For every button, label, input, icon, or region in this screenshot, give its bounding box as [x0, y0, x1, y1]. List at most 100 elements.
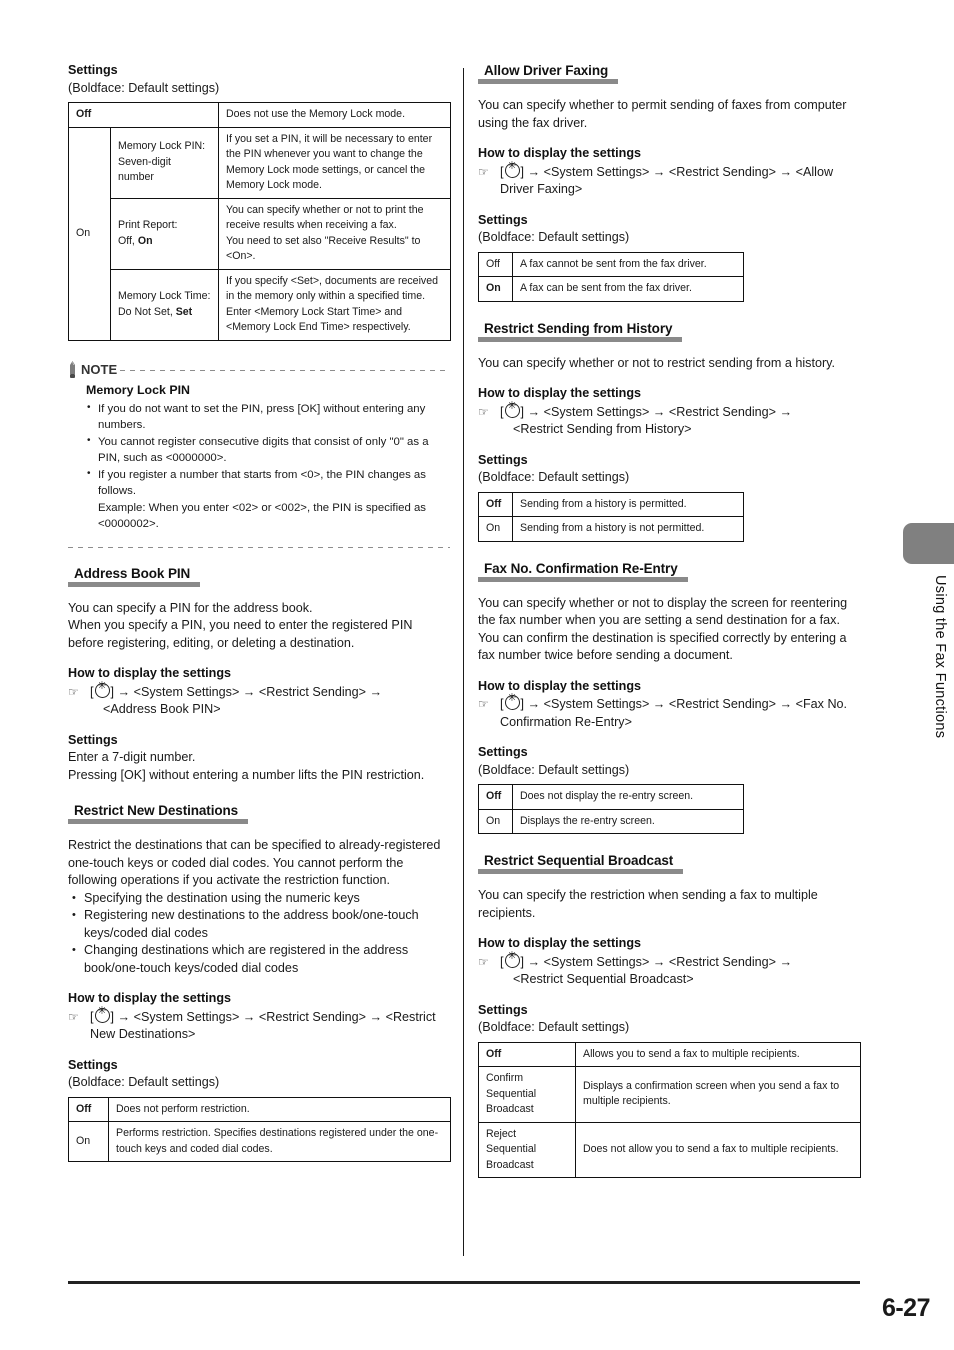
arrow-icon: → — [652, 697, 666, 711]
how-to-display-label: How to display the settings — [68, 991, 232, 1005]
settings-path: ☞[] → <System Settings> → <Restrict Send… — [68, 680, 450, 719]
settings-key-icon — [504, 160, 520, 178]
section-intro: You can specify whether to permit sendin… — [478, 98, 847, 130]
section-intro: You can specify whether or not to restri… — [478, 355, 835, 370]
table-cell-desc: Does not perform restriction. — [108, 1096, 451, 1122]
table-cell-off-desc: Does not use the Memory Lock mode. — [218, 102, 452, 128]
arrow-icon: → — [779, 697, 793, 711]
path-segment-2: <Restrict Sending> — [258, 1009, 366, 1024]
column-divider — [463, 68, 464, 1256]
settings-key-icon — [94, 680, 110, 698]
table-row: On Sending from a history is not permitt… — [478, 516, 744, 542]
arrow-icon: → — [117, 684, 131, 699]
section-restrict-new-destinations: Restrict New Destinations Restrict the d… — [68, 802, 451, 1162]
table-row: Confirm Sequential Broadcast Displays a … — [478, 1066, 861, 1123]
table-cell-setting-desc: If you set a PIN, it will be necessary t… — [218, 126, 452, 199]
section-heading: Restrict Sequential Broadcast — [478, 853, 684, 874]
boldface-note: (Boldface: Default settings) — [68, 1075, 220, 1089]
section-intro: You can specify whether or not to displa… — [478, 595, 848, 663]
settings-path: ☞[] → <System Settings> → <Restrict Send… — [478, 692, 860, 731]
section-restrict-sending-from-history: Restrict Sending from History You can sp… — [478, 320, 860, 542]
restrict-sequential-broadcast-table: Off Allows you to send a fax to multiple… — [478, 1041, 861, 1179]
table-cell-setting-desc: You can specify whether or not to print … — [218, 197, 452, 270]
section-heading: Fax No. Confirmation Re-Entry — [478, 560, 688, 582]
table-row: Off Allows you to send a fax to multiple… — [478, 1041, 861, 1067]
note-box: NOTE Memory Lock PIN If you do not want … — [68, 360, 450, 548]
boldface-note: (Boldface: Default settings) — [478, 762, 630, 777]
table-cell-key: Off — [68, 1096, 109, 1122]
table-row: On Memory Lock PIN: Seven-digit number I… — [68, 126, 452, 341]
table-row: On Displays the re-entry screen. — [478, 808, 744, 834]
table-row: Print Report: Off, On You can specify wh… — [69, 197, 452, 270]
how-to-display-label: How to display the settings — [478, 678, 642, 693]
note-dash-line — [120, 370, 450, 371]
table-cell-setting-name: Memory Lock PIN: Seven-digit number — [109, 126, 220, 199]
table-cell-off-label: Off — [67, 102, 220, 128]
note-label: NOTE — [81, 362, 118, 377]
boldface-note: (Boldface: Default settings) — [478, 470, 630, 484]
section-heading-text: Allow Driver Faxing — [484, 63, 609, 78]
note-title: Memory Lock PIN — [86, 382, 190, 397]
left-column: Settings (Boldface: Default settings) Of… — [67, 62, 452, 1162]
table-cell-setting-desc: If you specify <Set>, documents are rece… — [218, 268, 452, 341]
section-heading-text: Restrict Sequential Broadcast — [484, 853, 674, 868]
settings-key-icon — [504, 692, 520, 710]
right-column: Allow Driver Faxing You can specify whet… — [478, 62, 861, 1179]
table-cell-key: Off — [478, 491, 513, 517]
section-heading: Restrict Sending from History — [478, 321, 683, 342]
section-allow-driver-faxing: Allow Driver Faxing You can specify whet… — [478, 62, 860, 302]
arrow-icon: → — [779, 164, 793, 179]
section-heading-text: Fax No. Confirmation Re-Entry — [484, 560, 678, 576]
note-item: If you do not want to set the PIN, press… — [86, 400, 450, 434]
pointing-hand-icon: ☞ — [478, 164, 489, 179]
table-cell-desc: Sending from a history is permitted. — [512, 491, 744, 517]
boldface-note: (Boldface: Default settings) — [478, 230, 630, 244]
arrow-icon: → — [527, 404, 541, 419]
settings-label: Settings — [478, 212, 528, 227]
section-intro: You can specify the restriction when sen… — [478, 888, 818, 920]
table-cell-key: On — [478, 516, 513, 542]
settings-label: Settings — [478, 452, 528, 467]
table-cell-key: Confirm Sequential Broadcast — [478, 1066, 576, 1123]
section-intro: You can specify a PIN for the address bo… — [68, 600, 413, 650]
arrow-icon: → — [652, 404, 666, 419]
table-row: Off Does not display the re-entry screen… — [478, 784, 744, 810]
allow-driver-faxing-table: Off A fax cannot be sent from the fax dr… — [478, 251, 744, 302]
arrow-icon: → — [117, 1009, 131, 1024]
settings-key-icon — [504, 950, 520, 968]
note-dash-line-bottom — [68, 546, 450, 548]
pointing-hand-icon: ☞ — [68, 1009, 79, 1024]
arrow-icon: → — [652, 164, 666, 179]
pointing-hand-icon: ☞ — [478, 697, 489, 711]
restrict-sending-history-table: Off Sending from a history is permitted.… — [478, 491, 744, 542]
settings-label: Settings — [478, 1002, 528, 1017]
table-cell-desc: Sending from a history is not permitted. — [512, 516, 744, 542]
arrow-icon: → — [242, 1009, 256, 1024]
boldface-note: (Boldface: Default settings) — [478, 1020, 630, 1034]
table-cell-desc: Displays the re-entry screen. — [512, 808, 744, 834]
settings-label: Settings — [478, 745, 528, 759]
section-intro: Restrict the destinations that can be sp… — [68, 838, 441, 887]
arrow-icon: → — [527, 697, 541, 711]
path-segment-2: <Restrict Sending> — [258, 684, 366, 699]
settings-key-icon — [94, 1005, 110, 1023]
section-address-book-pin: Address Book PIN You can specify a PIN f… — [68, 565, 450, 785]
memory-lock-settings-block: Settings (Boldface: Default settings) Of… — [67, 62, 452, 341]
section-heading: Allow Driver Faxing — [478, 63, 619, 84]
arrow-icon: → — [242, 684, 256, 699]
how-to-display-label: How to display the settings — [68, 666, 232, 680]
path-segment-3: <Restrict Sequential Broadcast> — [513, 972, 694, 986]
table-cell-key: Reject Sequential Broadcast — [478, 1121, 576, 1178]
list-item: Specifying the destination using the num… — [68, 890, 450, 908]
table-row: Off A fax cannot be sent from the fax dr… — [478, 251, 744, 277]
settings-label: Settings — [68, 63, 118, 77]
table-cell-desc: Performs restriction. Specifies destinat… — [108, 1121, 451, 1162]
path-segment-3: <Address Book PIN> — [103, 702, 221, 716]
note-item: If you register a number that starts fro… — [86, 466, 450, 533]
restriction-bullet-list: Specifying the destination using the num… — [68, 890, 450, 978]
boldface-note: (Boldface: Default settings) — [68, 80, 220, 95]
table-cell-desc: Does not allow you to send a fax to mult… — [575, 1121, 861, 1178]
settings-label: Settings — [68, 1057, 118, 1072]
arrow-icon: → — [779, 954, 793, 969]
path-segment-1: <System Settings> — [133, 684, 240, 699]
